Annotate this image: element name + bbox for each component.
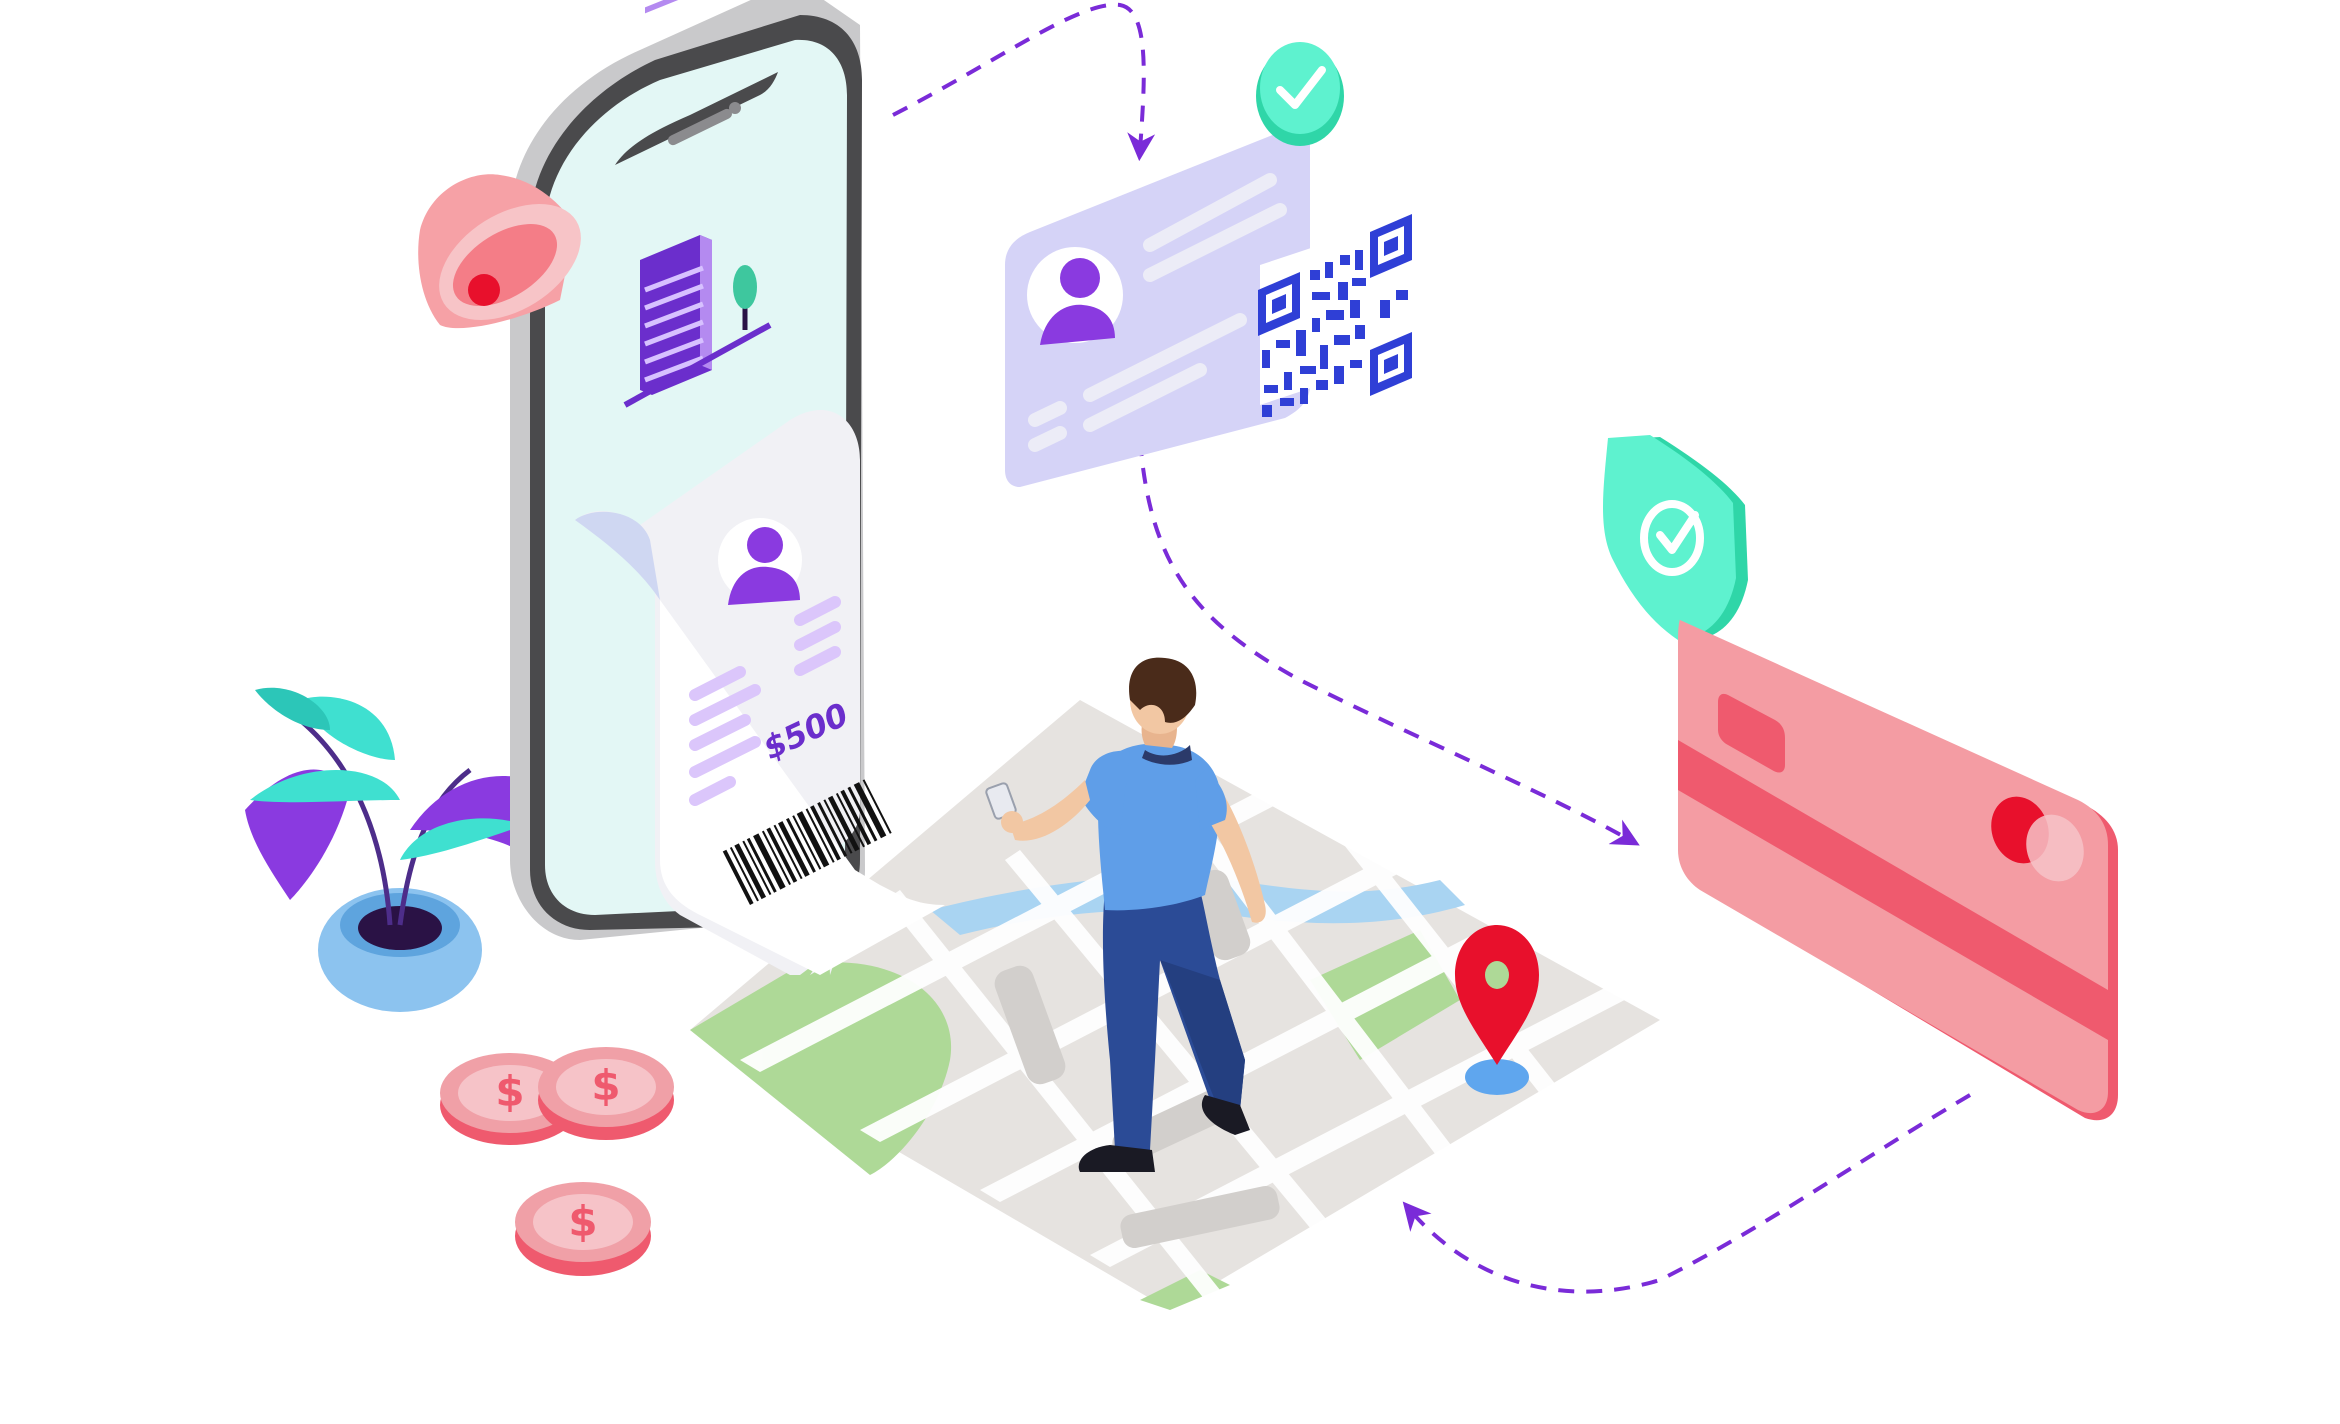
arrow-phone-to-id bbox=[892, 2, 1156, 162]
svg-text:$: $ bbox=[568, 1197, 597, 1246]
security-shield-icon bbox=[1603, 435, 1748, 640]
checkmark-badge-icon bbox=[1256, 42, 1344, 146]
payment-flow-illustration: $ $ $ $500 bbox=[245, 0, 2118, 1310]
svg-text:$: $ bbox=[591, 1061, 620, 1110]
credit-card-icon bbox=[1678, 619, 2118, 1121]
coin-icon: $ $ $ bbox=[440, 1047, 674, 1276]
svg-text:$: $ bbox=[495, 1067, 524, 1116]
arrow-card-to-map bbox=[1402, 1093, 1972, 1294]
